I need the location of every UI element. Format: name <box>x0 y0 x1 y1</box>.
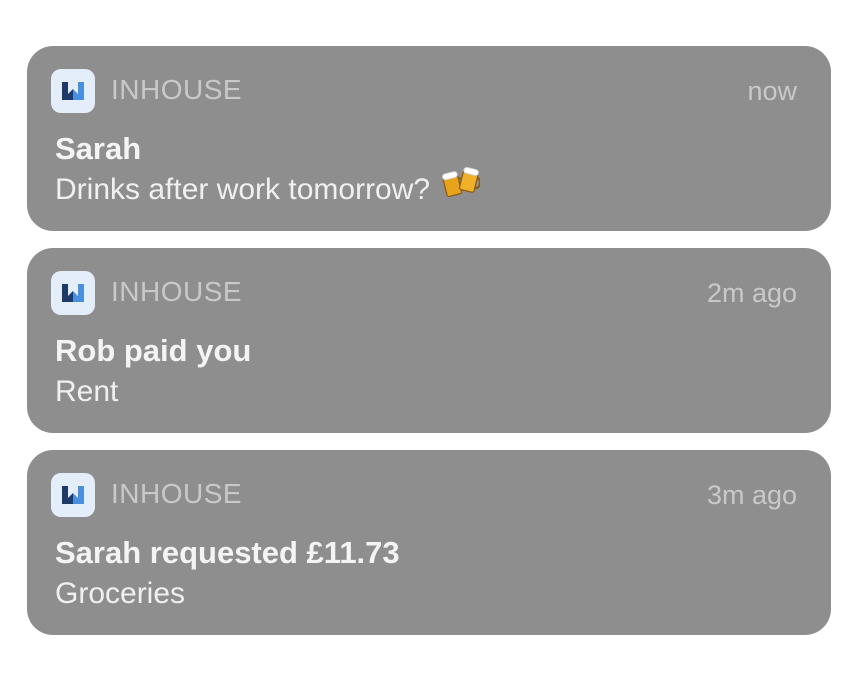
app-name: INHOUSE <box>111 74 243 105</box>
notification-title: Sarah <box>55 131 142 166</box>
beer-mugs-icon <box>442 166 482 210</box>
notification-time: 2m ago <box>706 278 797 308</box>
notification-body: Groceries <box>55 577 186 610</box>
app-name: INHOUSE <box>111 478 243 509</box>
notification-body: Rent <box>55 375 119 408</box>
notification-title: Sarah requested £11.73 <box>55 535 400 570</box>
notification-title: Rob paid you <box>55 333 252 368</box>
notification-stack: INHOUSE now Sarah Drinks after work tomo… <box>27 46 831 652</box>
notification-card[interactable]: INHOUSE now Sarah Drinks after work tomo… <box>27 46 831 231</box>
inhouse-app-icon <box>51 271 95 315</box>
inhouse-app-icon <box>51 473 95 517</box>
notification-body: Drinks after work tomorrow? <box>55 173 431 206</box>
notification-card[interactable]: INHOUSE 2m ago Rob paid you Rent <box>27 248 831 433</box>
notification-time: 3m ago <box>706 480 797 510</box>
app-name: INHOUSE <box>111 276 243 307</box>
notification-card[interactable]: INHOUSE 3m ago Sarah requested £11.73 Gr… <box>27 450 831 635</box>
inhouse-app-icon <box>51 69 95 113</box>
notification-time: now <box>747 76 797 106</box>
notification-body-line: Drinks after work tomorrow? <box>55 167 482 210</box>
